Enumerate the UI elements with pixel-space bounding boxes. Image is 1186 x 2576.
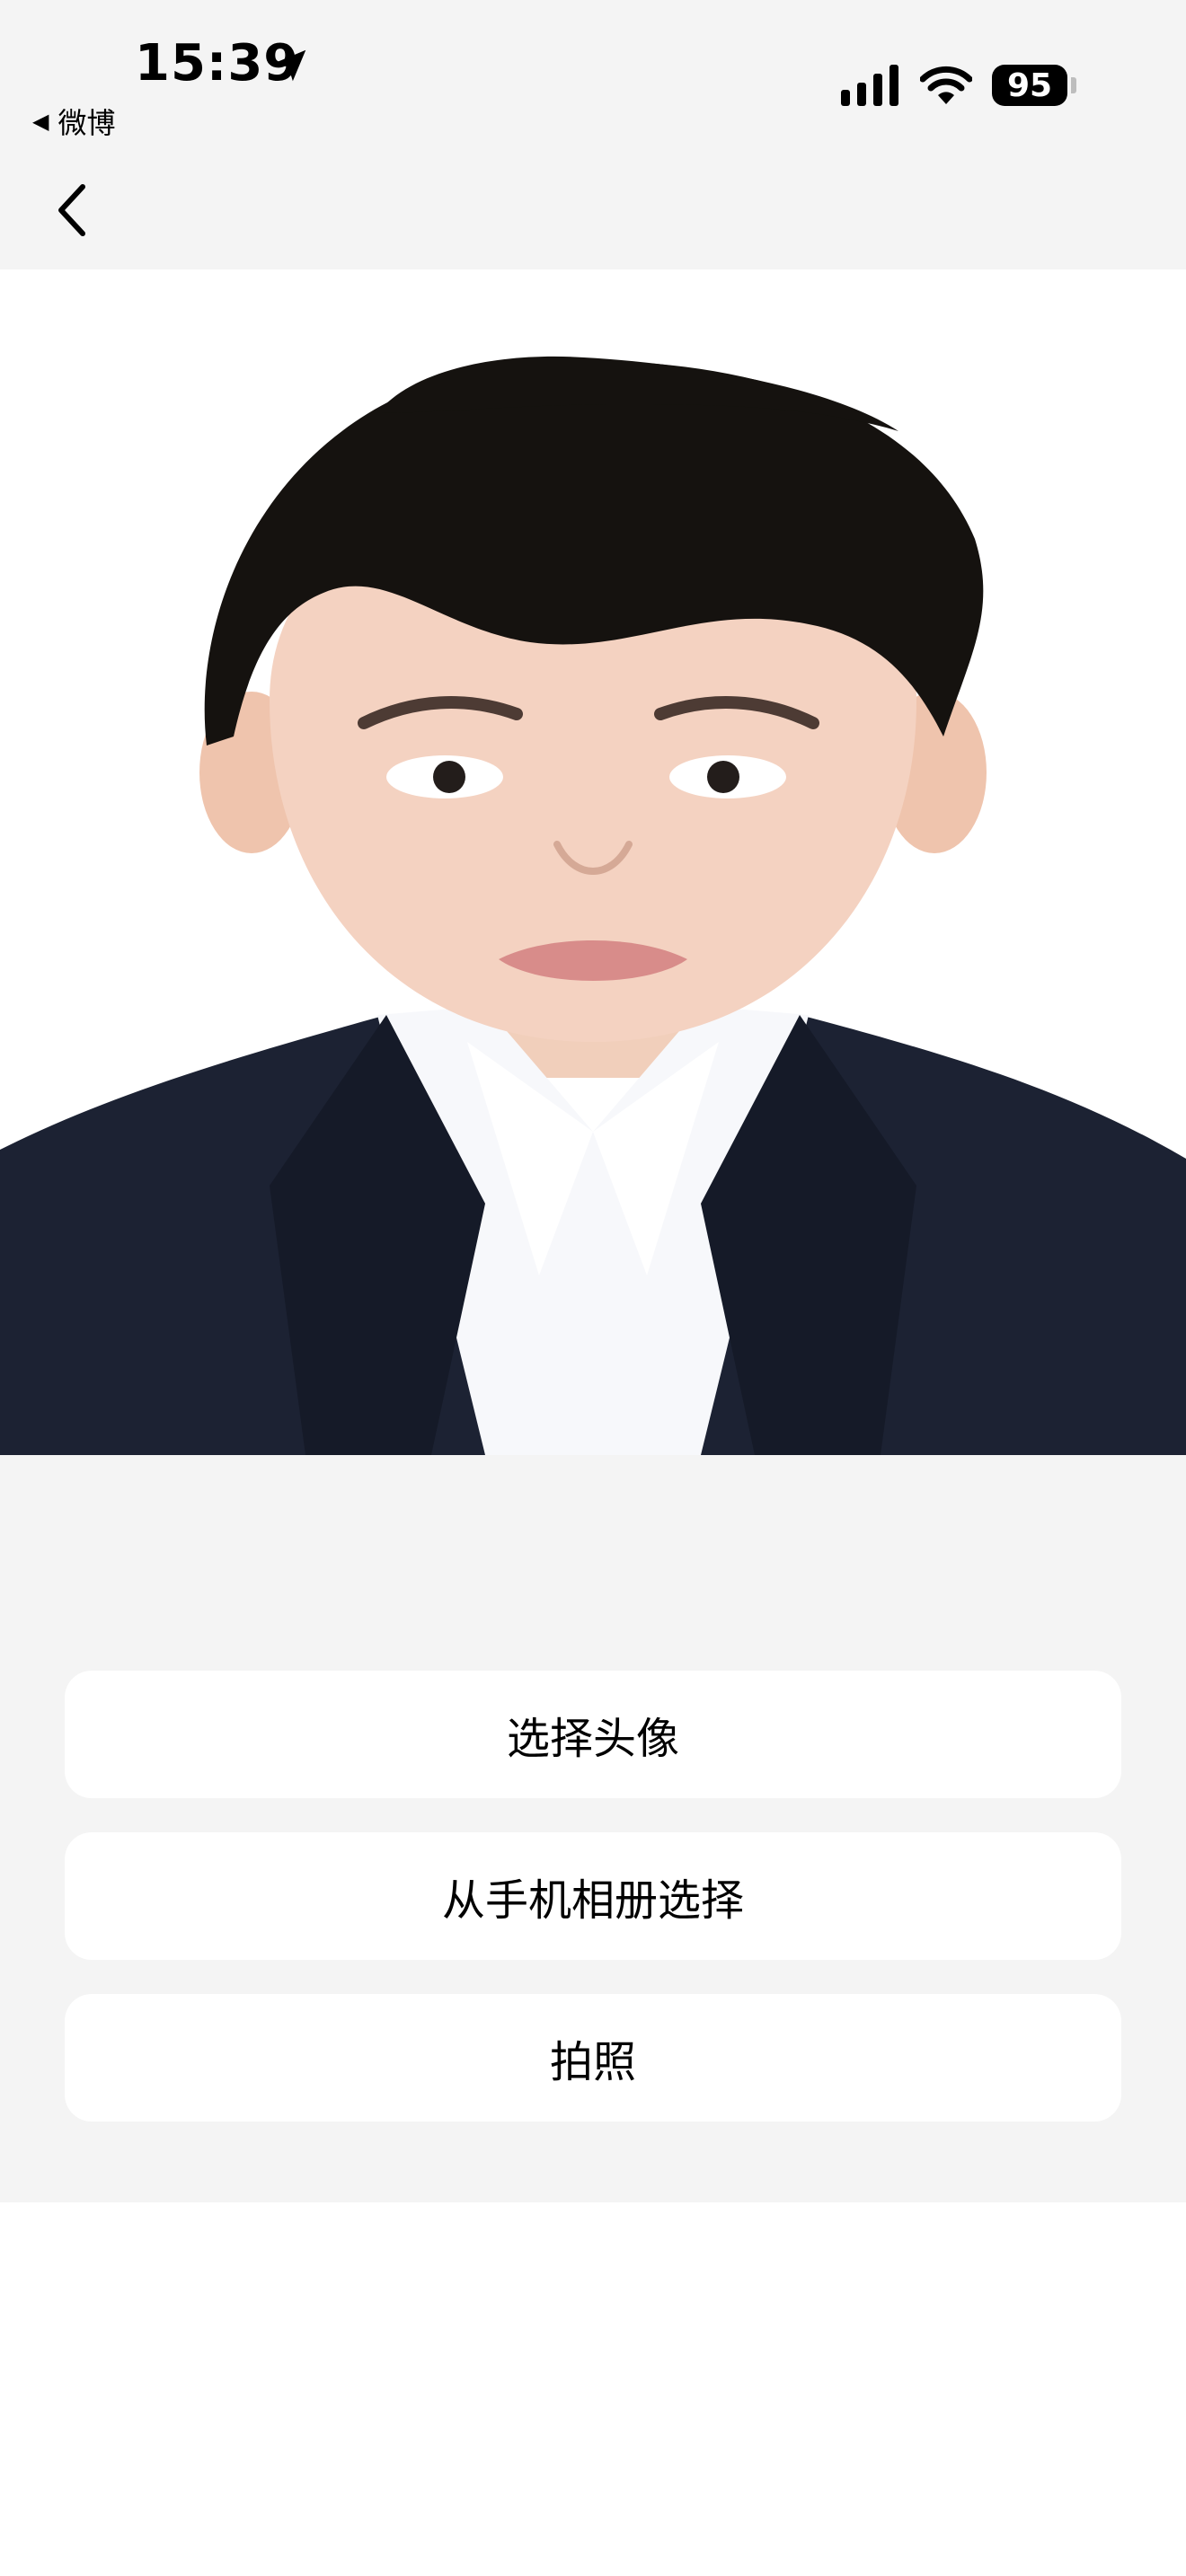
location-arrow-icon bbox=[274, 49, 306, 82]
avatar-photo bbox=[0, 269, 1186, 1455]
battery-indicator: 95 bbox=[992, 65, 1067, 106]
action-sheet: 选择头像 从手机相册选择 拍照 bbox=[0, 1455, 1186, 2202]
choose-from-album-label: 从手机相册选择 bbox=[441, 1875, 744, 1926]
select-avatar-button[interactable]: 选择头像 bbox=[65, 1671, 1121, 1798]
top-bar: 15:39 ◀ 微博 95 bbox=[0, 0, 1186, 269]
battery-tip bbox=[1071, 77, 1076, 93]
back-to-app[interactable]: ◀ 微博 bbox=[32, 101, 115, 142]
select-avatar-label: 选择头像 bbox=[506, 1714, 679, 1764]
back-triangle-icon: ◀ bbox=[32, 109, 49, 134]
back-app-label: 微博 bbox=[58, 106, 116, 140]
avatar-illustration bbox=[0, 269, 1186, 1455]
choose-from-album-button[interactable]: 从手机相册选择 bbox=[65, 1832, 1121, 1960]
chevron-left-icon[interactable] bbox=[50, 180, 93, 241]
wifi-icon bbox=[920, 66, 972, 104]
take-photo-label: 拍照 bbox=[549, 2037, 636, 2087]
cellular-signal-icon bbox=[841, 65, 898, 106]
take-photo-button[interactable]: 拍照 bbox=[65, 1994, 1121, 2122]
